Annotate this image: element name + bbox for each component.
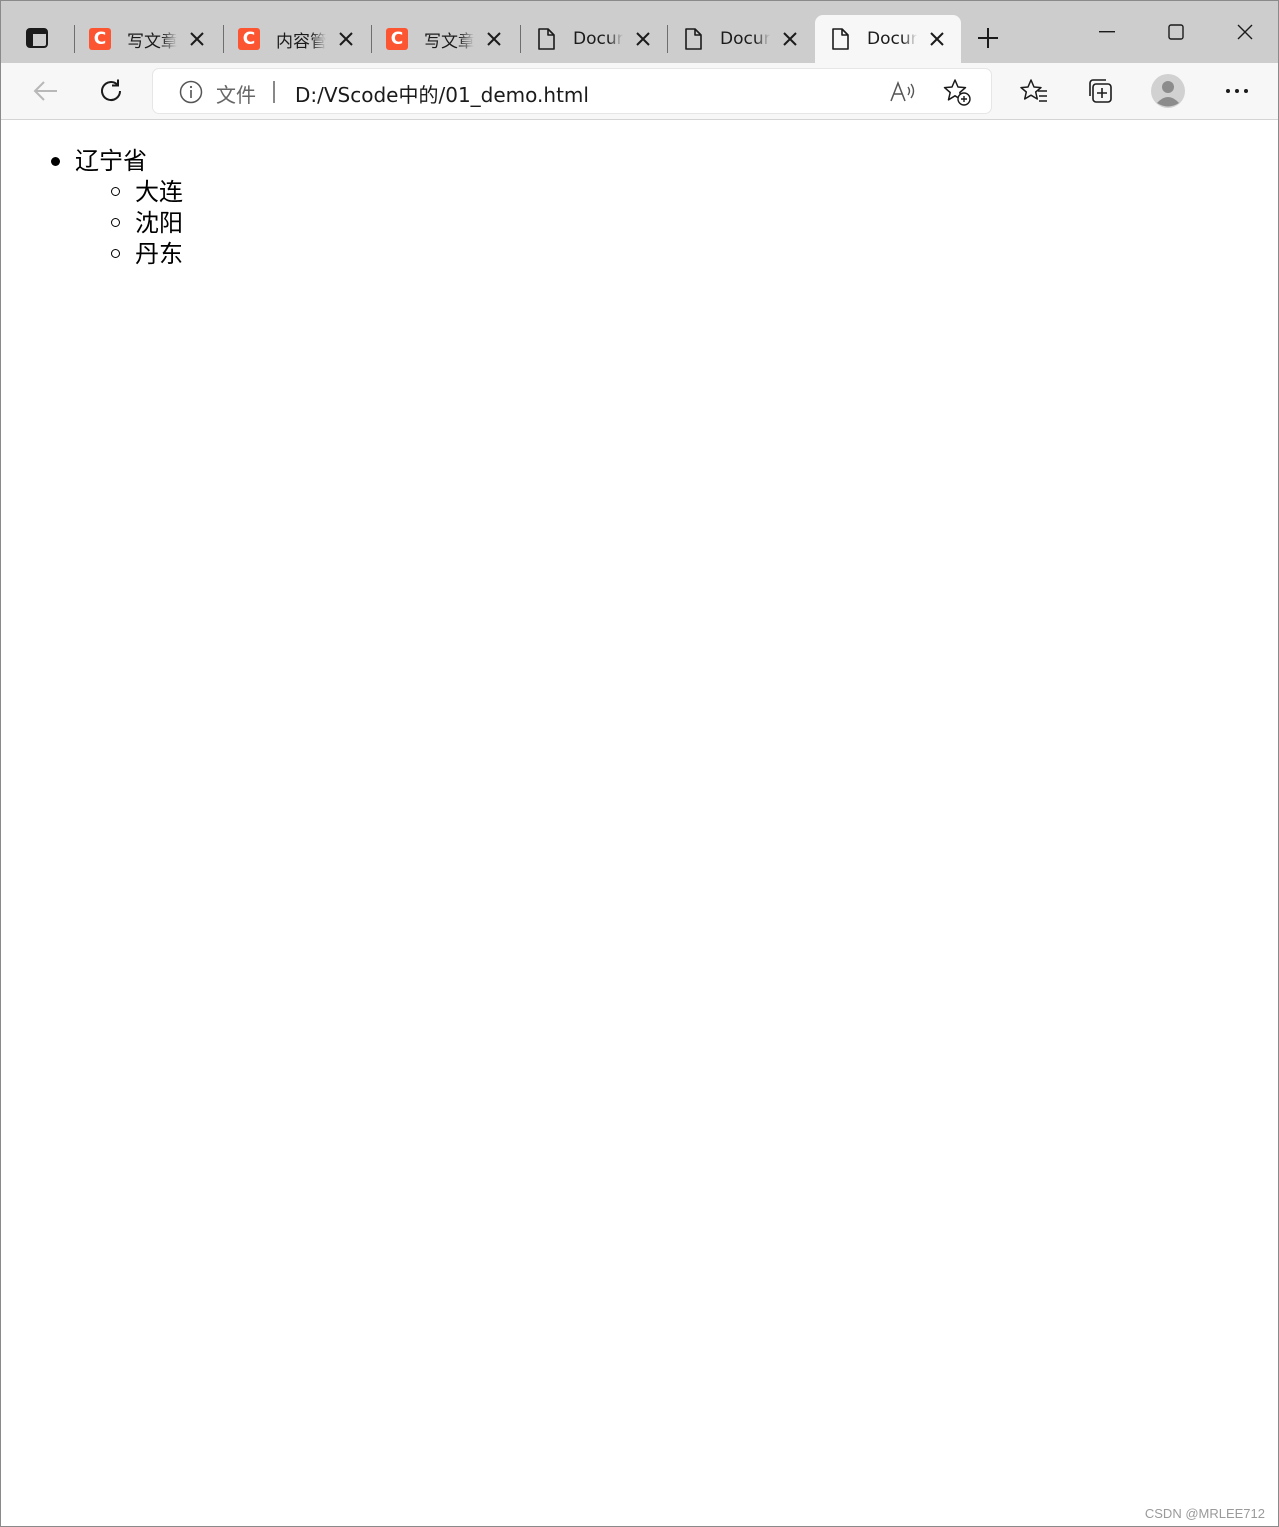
- tab-close-button[interactable]: [633, 29, 653, 49]
- document-icon: [829, 28, 851, 50]
- minimize-button[interactable]: [1083, 15, 1131, 49]
- more-menu-button[interactable]: [1217, 71, 1257, 111]
- close-icon: [339, 32, 353, 46]
- tab-6-active[interactable]: Docur: [815, 15, 961, 63]
- more-horizontal-icon: [1226, 89, 1248, 93]
- back-button[interactable]: [25, 71, 65, 111]
- close-icon: [487, 32, 501, 46]
- city-label: 丹东: [135, 240, 183, 268]
- tab-title: 写文章: [424, 31, 474, 52]
- address-bar[interactable]: 文件 D:/VScode中的/01_demo.html: [153, 69, 991, 113]
- close-icon: [930, 32, 944, 46]
- collections-icon: [1089, 79, 1112, 103]
- tab-title: Docur: [867, 29, 917, 49]
- list-item: 大连: [111, 177, 183, 208]
- province-list: 辽宁省 大连 沈阳 丹东: [51, 146, 183, 270]
- address-divider: [273, 81, 275, 103]
- maximize-button[interactable]: [1152, 15, 1200, 49]
- csdn-logo-icon: C: [89, 28, 111, 50]
- site-info-icon[interactable]: [179, 80, 203, 104]
- tab-close-button[interactable]: [484, 29, 504, 49]
- favorites-icon: [1020, 79, 1047, 102]
- close-icon: [636, 32, 650, 46]
- tab-1[interactable]: C 写文章: [75, 15, 221, 63]
- csdn-logo-icon: C: [386, 28, 408, 50]
- tab-actions-icon: [26, 28, 48, 48]
- tab-2[interactable]: C 内容管: [224, 15, 370, 63]
- circle-bullet: [111, 187, 120, 196]
- tab-strip: C 写文章 C 内容管 C 写文章 Docur Docur Docur: [1, 1, 1278, 63]
- tab-close-button[interactable]: [187, 29, 207, 49]
- city-label: 沈阳: [135, 209, 183, 237]
- tab-close-button[interactable]: [336, 29, 356, 49]
- close-icon: [1237, 24, 1253, 40]
- read-aloud-icon: [890, 81, 915, 102]
- list-item: 丹东: [111, 239, 183, 270]
- tab-title: 内容管: [276, 31, 326, 52]
- list-item: 沈阳: [111, 208, 183, 239]
- circle-bullet: [111, 249, 120, 258]
- city-list: 大连 沈阳 丹东: [111, 177, 183, 270]
- address-scheme-label: 文件: [216, 83, 256, 107]
- tab-close-button[interactable]: [927, 29, 947, 49]
- tab-4[interactable]: Docur: [521, 15, 667, 63]
- browser-window: C 写文章 C 内容管 C 写文章 Docur Docur Docur 文件 D…: [0, 0, 1279, 1527]
- city-label: 大连: [135, 178, 183, 206]
- close-icon: [190, 32, 204, 46]
- tab-3[interactable]: C 写文章: [372, 15, 518, 63]
- favorites-button[interactable]: [1014, 71, 1054, 111]
- close-icon: [783, 32, 797, 46]
- add-favorite-button[interactable]: [943, 78, 971, 106]
- document-icon: [535, 28, 557, 50]
- browser-toolbar: 文件 D:/VScode中的/01_demo.html: [1, 63, 1278, 120]
- read-aloud-button[interactable]: [889, 78, 917, 106]
- back-arrow-icon: [33, 81, 57, 101]
- collections-button[interactable]: [1080, 71, 1120, 111]
- list-item-province: 辽宁省 大连 沈阳 丹东: [51, 146, 183, 270]
- tab-actions-button[interactable]: [18, 19, 56, 57]
- minimize-icon: [1099, 31, 1115, 33]
- new-tab-button[interactable]: [973, 23, 1003, 53]
- watermark: CSDN @MRLEE712: [1144, 1506, 1265, 1521]
- tab-title: Docur: [573, 29, 623, 49]
- plus-icon: [978, 28, 998, 48]
- tab-title: 写文章: [127, 31, 177, 52]
- close-window-button[interactable]: [1221, 15, 1269, 49]
- avatar-icon: [1151, 74, 1185, 108]
- address-url[interactable]: D:/VScode中的/01_demo.html: [295, 79, 589, 108]
- disc-bullet: [51, 157, 60, 166]
- document-icon: [682, 28, 704, 50]
- circle-bullet: [111, 218, 120, 227]
- page-content: 辽宁省 大连 沈阳 丹东: [1, 120, 1278, 1526]
- profile-button[interactable]: [1148, 71, 1188, 111]
- maximize-icon: [1168, 24, 1184, 40]
- star-add-icon: [943, 79, 971, 106]
- tab-5[interactable]: Docur: [668, 15, 814, 63]
- refresh-button[interactable]: [91, 71, 131, 111]
- tab-title: Docur: [720, 29, 770, 49]
- province-label: 辽宁省: [75, 147, 147, 175]
- refresh-icon: [101, 79, 122, 101]
- tab-close-button[interactable]: [780, 29, 800, 49]
- csdn-logo-icon: C: [238, 28, 260, 50]
